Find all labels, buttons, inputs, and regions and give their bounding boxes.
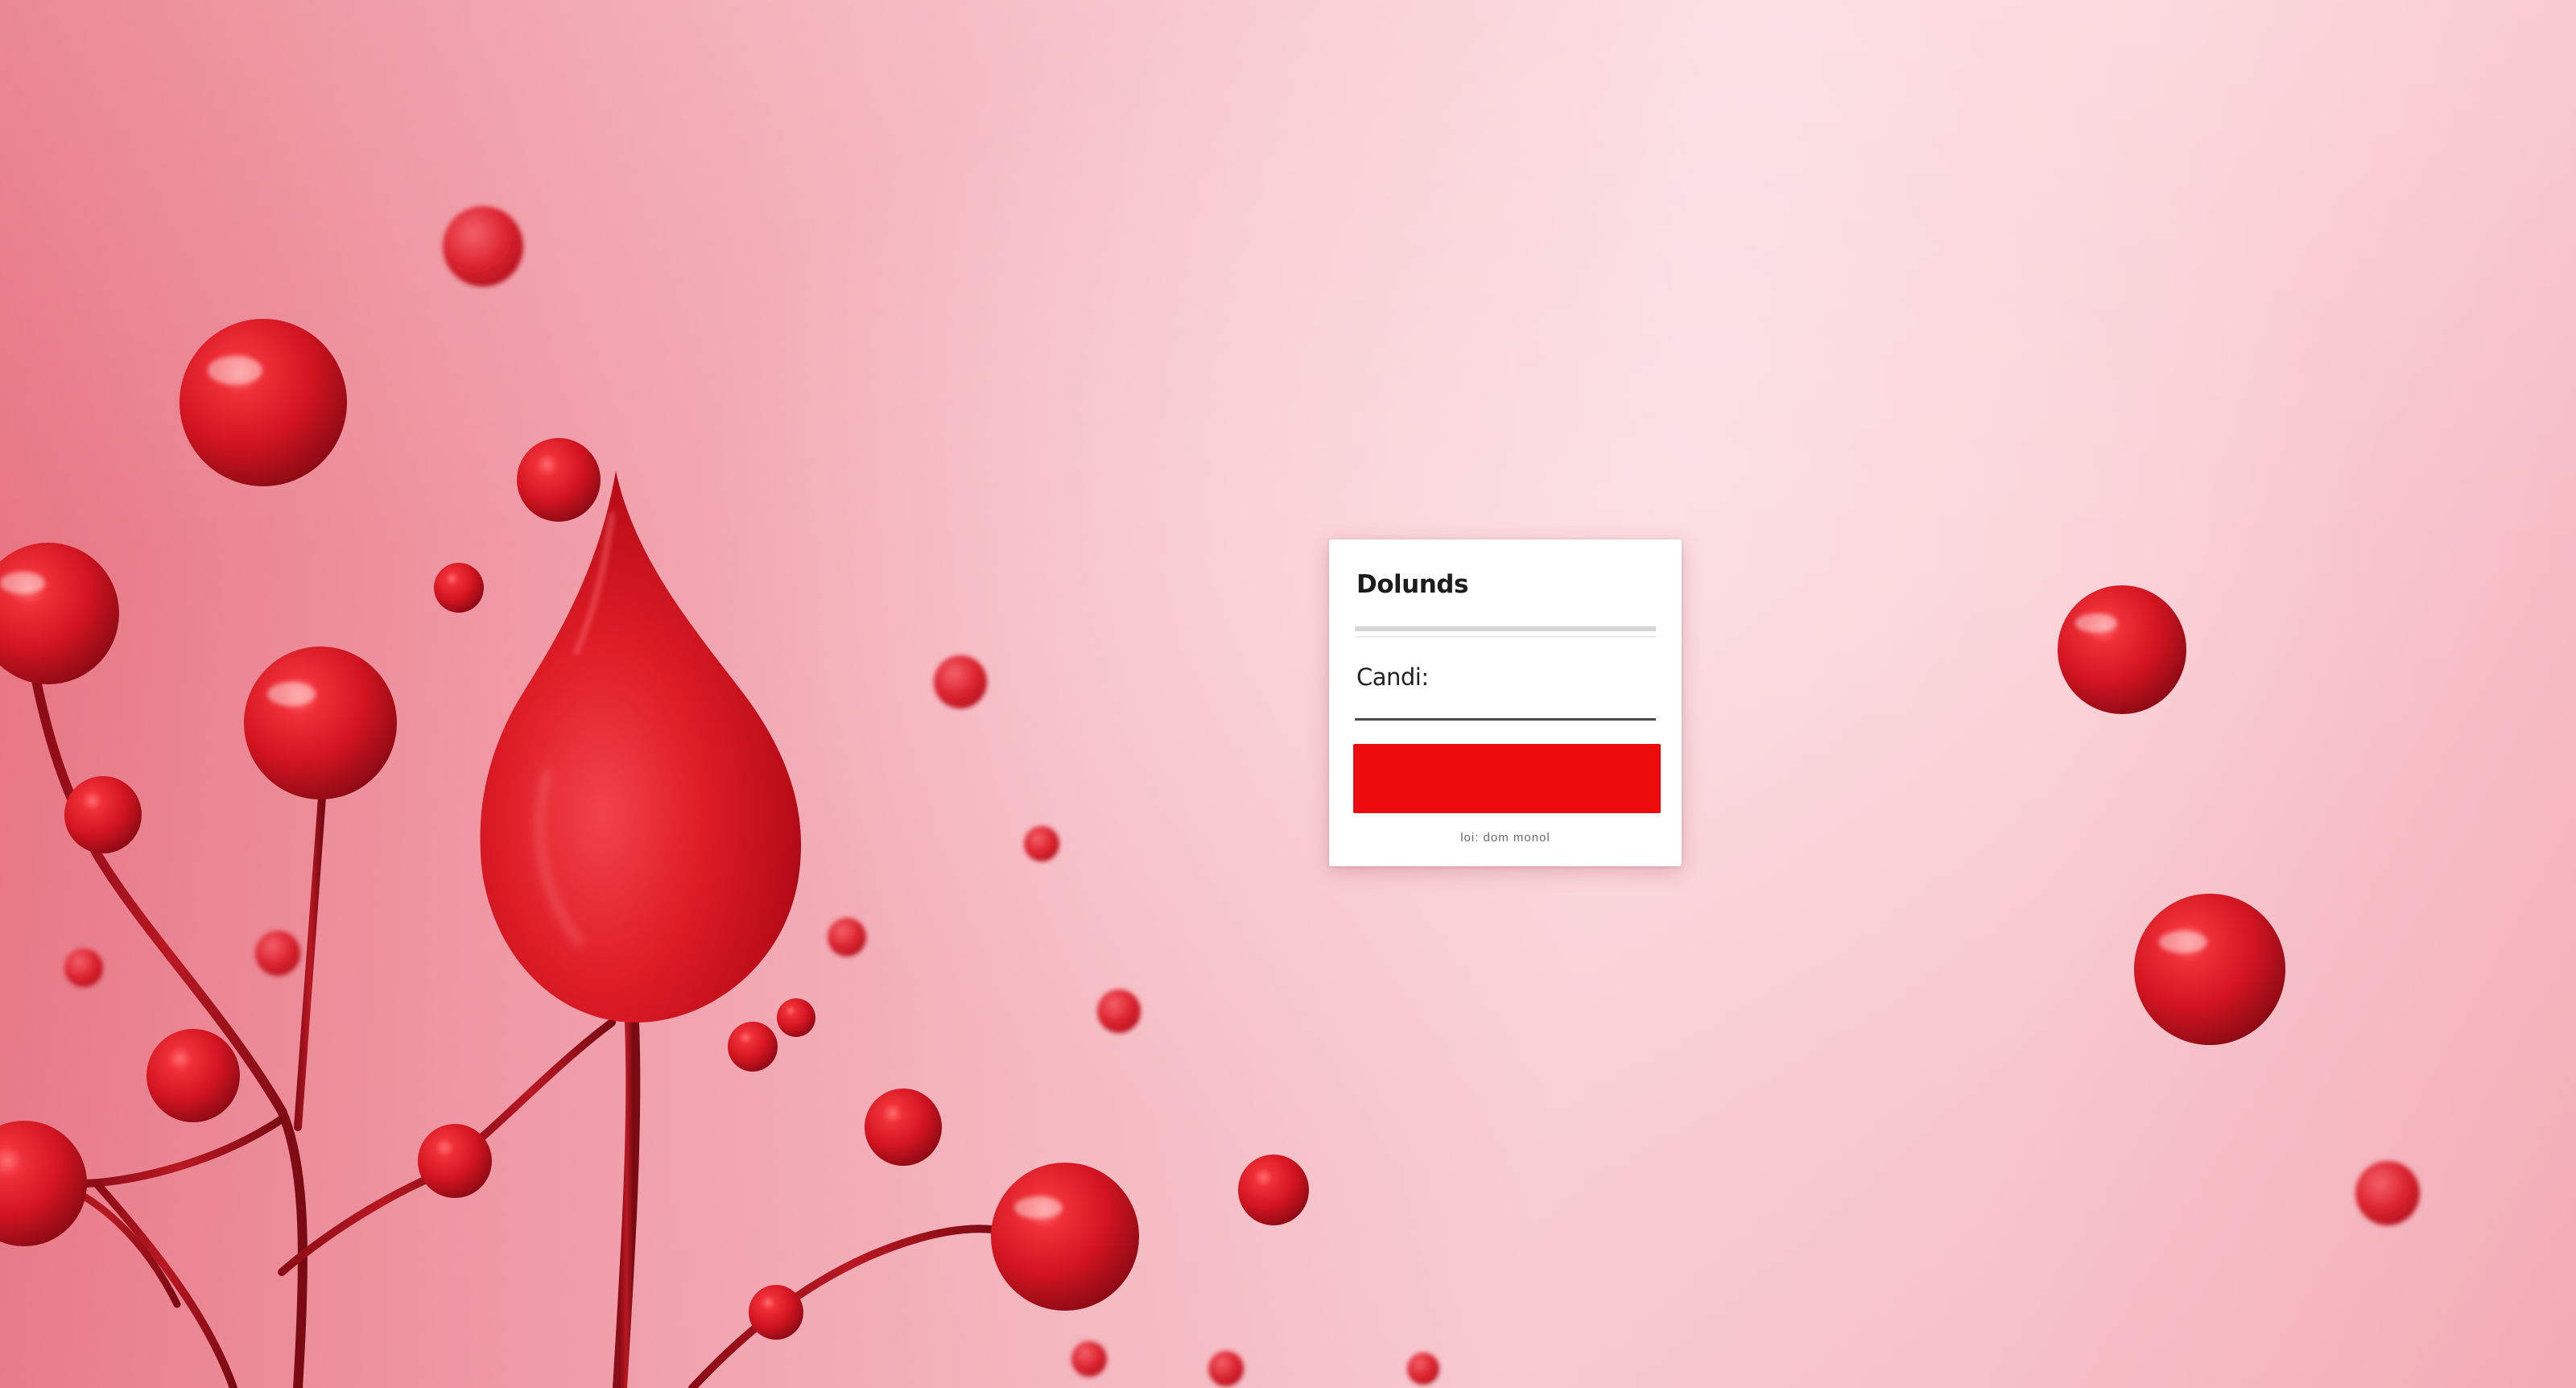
password-input[interactable] bbox=[1355, 710, 1656, 721]
submit-button[interactable] bbox=[1353, 744, 1661, 813]
login-card: Dolunds Candi: loi: dom monol bbox=[1329, 539, 1682, 866]
red-cells bbox=[0, 319, 2285, 1340]
field-label-username: Dolunds bbox=[1356, 570, 1468, 599]
blurred-cells bbox=[64, 206, 2420, 1386]
field-label-password: Candi: bbox=[1356, 663, 1429, 691]
blood-illustration bbox=[0, 206, 2420, 1388]
blood-drop bbox=[480, 471, 802, 1022]
footer-link[interactable]: loi: dom monol bbox=[1329, 831, 1682, 845]
username-input[interactable] bbox=[1355, 626, 1656, 638]
